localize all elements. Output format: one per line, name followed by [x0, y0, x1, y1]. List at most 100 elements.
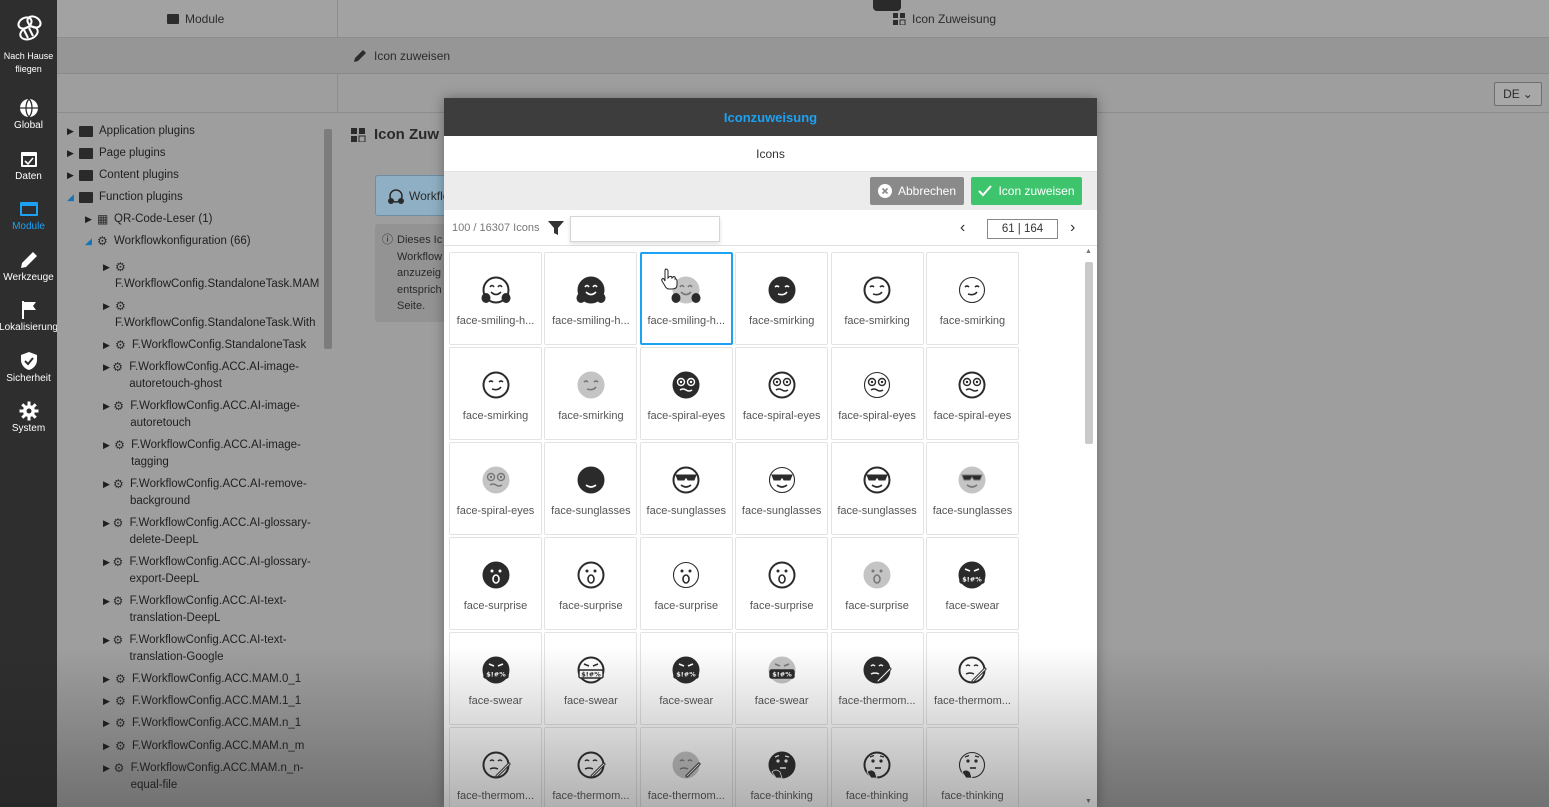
icon-grid-scrollbar[interactable]: ▲ ▼	[1084, 248, 1094, 807]
tree-node[interactable]: ▶ ⚙ F.WorkflowConfig.ACC.AI-glossary-delet…	[103, 515, 319, 549]
icon-tile[interactable]: face-smiling-h...	[449, 252, 542, 345]
tree-node[interactable]: ▶ ⚙ F.WorkflowConfig.StandaloneTask.MAM	[103, 259, 319, 293]
icon-tile[interactable]: face-thinking	[830, 727, 924, 807]
nav-item-werkzeuge[interactable]: Werkzeuge	[0, 242, 57, 293]
tree-node[interactable]: ▶ ⚙ F.WorkflowConfig.ACC.AI-image-tagging	[103, 437, 319, 471]
tree-node[interactable]: ▶ ⚙ F.WorkflowConfig.ACC.MAM.n_m	[103, 738, 319, 755]
tree-node[interactable]: ▶ ▦ QR-Code-Leser (1)	[85, 211, 319, 228]
tree-node[interactable]: ▶ Page plugins	[67, 145, 319, 162]
filter-icon[interactable]	[548, 221, 564, 235]
nav-item-global[interactable]: Global	[0, 90, 57, 141]
icon-tile[interactable]: face-sunglasses	[925, 442, 1019, 535]
icon-tile[interactable]: face-surprise	[544, 537, 638, 630]
icon-tile[interactable]: face-smirking	[544, 347, 638, 440]
next-page-icon[interactable]: ›	[1070, 219, 1075, 237]
icon-tile[interactable]: face-sunglasses	[639, 442, 733, 535]
home-link[interactable]: Nach Hause fliegen	[0, 0, 57, 90]
caret-right-icon[interactable]: ▶	[103, 693, 113, 710]
icon-tile[interactable]: face-surprise	[830, 537, 924, 630]
icon-tile[interactable]: face-thinking	[735, 727, 829, 807]
prev-page-icon[interactable]: ‹	[960, 219, 965, 237]
nav-item-module[interactable]: Module	[0, 191, 57, 242]
caret-right-icon[interactable]: ▶	[103, 337, 113, 354]
icon-tile[interactable]: face-smirking	[449, 347, 542, 440]
icon-tile[interactable]: face-sunglasses	[544, 442, 638, 535]
caret-open-icon[interactable]: ◢	[67, 189, 77, 206]
icon-tile[interactable]: face-thermom...	[830, 632, 924, 725]
icon-tile[interactable]: $!#% face-swear	[735, 632, 829, 725]
tree-node[interactable]: ▶ ⚙ F.WorkflowConfig.ACC.AI-image-autoreto…	[103, 359, 319, 393]
tree-node[interactable]: ▶ ⚙ F.WorkflowConfig.ACC.MAM.n_n-equal-fil…	[103, 760, 319, 794]
icon-tile[interactable]: face-spiral-eyes	[830, 347, 924, 440]
tree-node[interactable]: ◢ Function plugins	[67, 189, 319, 206]
caret-right-icon[interactable]: ▶	[103, 632, 111, 649]
icon-tile[interactable]: face-thermom...	[639, 727, 733, 807]
icon-tile[interactable]: face-sunglasses	[830, 442, 924, 535]
icon-tile[interactable]: face-smirking	[925, 252, 1019, 345]
icon-tile[interactable]: $!#% face-swear	[449, 632, 542, 725]
tree-node[interactable]: ▶ ⚙ F.WorkflowConfig.ACC.MAM.n_1	[103, 715, 319, 732]
icon-tile[interactable]: $!#% face-swear	[925, 537, 1019, 630]
page-indicator[interactable]: 61 | 164	[987, 219, 1058, 239]
tree-node[interactable]: ▶ ⚙ F.WorkflowConfig.StandaloneTask.With	[103, 298, 319, 332]
caret-right-icon[interactable]: ▶	[85, 211, 95, 228]
tree-node[interactable]: ▶ ⚙ F.WorkflowConfig.ACC.MAM.1_1	[103, 693, 319, 710]
tree-node[interactable]: ▶ ⚙ F.WorkflowConfig.StandaloneTask	[103, 337, 319, 354]
nav-item-daten[interactable]: Daten	[0, 141, 57, 192]
caret-open-icon[interactable]: ◢	[85, 233, 95, 250]
icon-search-input[interactable]	[570, 216, 720, 242]
workflow-icon-button[interactable]: Workflo	[375, 175, 455, 216]
caret-right-icon[interactable]: ▶	[103, 476, 111, 493]
icon-tile[interactable]: face-thinking	[925, 727, 1019, 807]
icon-tile[interactable]: $!#% face-swear	[639, 632, 733, 725]
caret-right-icon[interactable]: ▶	[103, 671, 113, 688]
tree-node[interactable]: ▶ ⚙ F.WorkflowConfig.ACC.AI-text-translati…	[103, 632, 319, 666]
caret-right-icon[interactable]: ▶	[103, 398, 111, 415]
caret-right-icon[interactable]: ▶	[103, 554, 111, 571]
nav-item-sicherheit[interactable]: Sicherheit	[0, 343, 57, 394]
tree-node[interactable]: ▶ Application plugins	[67, 123, 319, 140]
assign-icon-button[interactable]: Icon zuweisen	[971, 177, 1082, 205]
tree-node[interactable]: ◢ ⚙ Workflowkonfiguration (66)	[85, 233, 319, 250]
tree-node[interactable]: ▶ ⚙ F.WorkflowConfig.ACC.AI-remove-backgro…	[103, 476, 319, 510]
icon-tile[interactable]: face-sunglasses	[735, 442, 829, 535]
icon-tile[interactable]: face-smirking	[735, 252, 829, 345]
icon-tile[interactable]: face-surprise	[449, 537, 542, 630]
cancel-button[interactable]: Abbrechen	[870, 177, 964, 205]
icon-tile[interactable]: face-thermom...	[449, 727, 542, 807]
tree-node[interactable]: ▶ ⚙ F.WorkflowConfig.ACC.AI-text-translati…	[103, 593, 319, 627]
caret-right-icon[interactable]: ▶	[103, 715, 113, 732]
caret-right-icon[interactable]: ▶	[103, 760, 112, 777]
tree-node[interactable]: ▶ ⚙ F.WorkflowConfig.ACC.MAM.0_1	[103, 671, 319, 688]
tree-node[interactable]: ▶ ⚙ F.WorkflowConfig.ACC.AI-image-autoreto…	[103, 398, 319, 432]
caret-right-icon[interactable]: ▶	[67, 167, 77, 184]
caret-right-icon[interactable]: ▶	[67, 145, 77, 162]
icon-tile[interactable]: face-spiral-eyes	[735, 347, 829, 440]
caret-right-icon[interactable]: ▶	[103, 593, 111, 610]
nav-item-system[interactable]: System	[0, 393, 57, 444]
edit-action[interactable]: Icon zuweisen	[353, 49, 450, 63]
icon-tile[interactable]: face-spiral-eyes	[449, 442, 542, 535]
tab-icon-zuweisung[interactable]: Icon Zuweisung	[893, 12, 996, 26]
icon-tile[interactable]: face-spiral-eyes	[639, 347, 733, 440]
icon-tile[interactable]: face-smirking	[830, 252, 924, 345]
caret-right-icon[interactable]: ▶	[103, 359, 110, 376]
caret-right-icon[interactable]: ▶	[103, 298, 113, 315]
tree-node[interactable]: ▶ ⚙ F.WorkflowConfig.ACC.AI-glossary-expor…	[103, 554, 319, 588]
caret-right-icon[interactable]: ▶	[103, 437, 112, 454]
tree-scrollbar[interactable]	[323, 123, 333, 803]
caret-right-icon[interactable]: ▶	[103, 259, 113, 276]
icon-tile[interactable]: face-surprise	[639, 537, 733, 630]
icon-tile[interactable]: face-thermom...	[544, 727, 638, 807]
icon-tile[interactable]: face-surprise	[735, 537, 829, 630]
caret-right-icon[interactable]: ▶	[103, 738, 113, 755]
tab-module[interactable]: Module	[167, 12, 224, 26]
icon-tile[interactable]: face-thermom...	[925, 632, 1019, 725]
caret-right-icon[interactable]: ▶	[103, 515, 111, 532]
nav-item-lokalisierung[interactable]: Lokalisierung	[0, 292, 57, 343]
caret-right-icon[interactable]: ▶	[67, 123, 77, 140]
tree-node[interactable]: ▶ Content plugins	[67, 167, 319, 184]
language-select[interactable]: DE ⌄	[1494, 82, 1542, 106]
icon-tile[interactable]: face-smiling-h...	[639, 252, 733, 345]
icon-tile[interactable]: face-smiling-h...	[544, 252, 638, 345]
